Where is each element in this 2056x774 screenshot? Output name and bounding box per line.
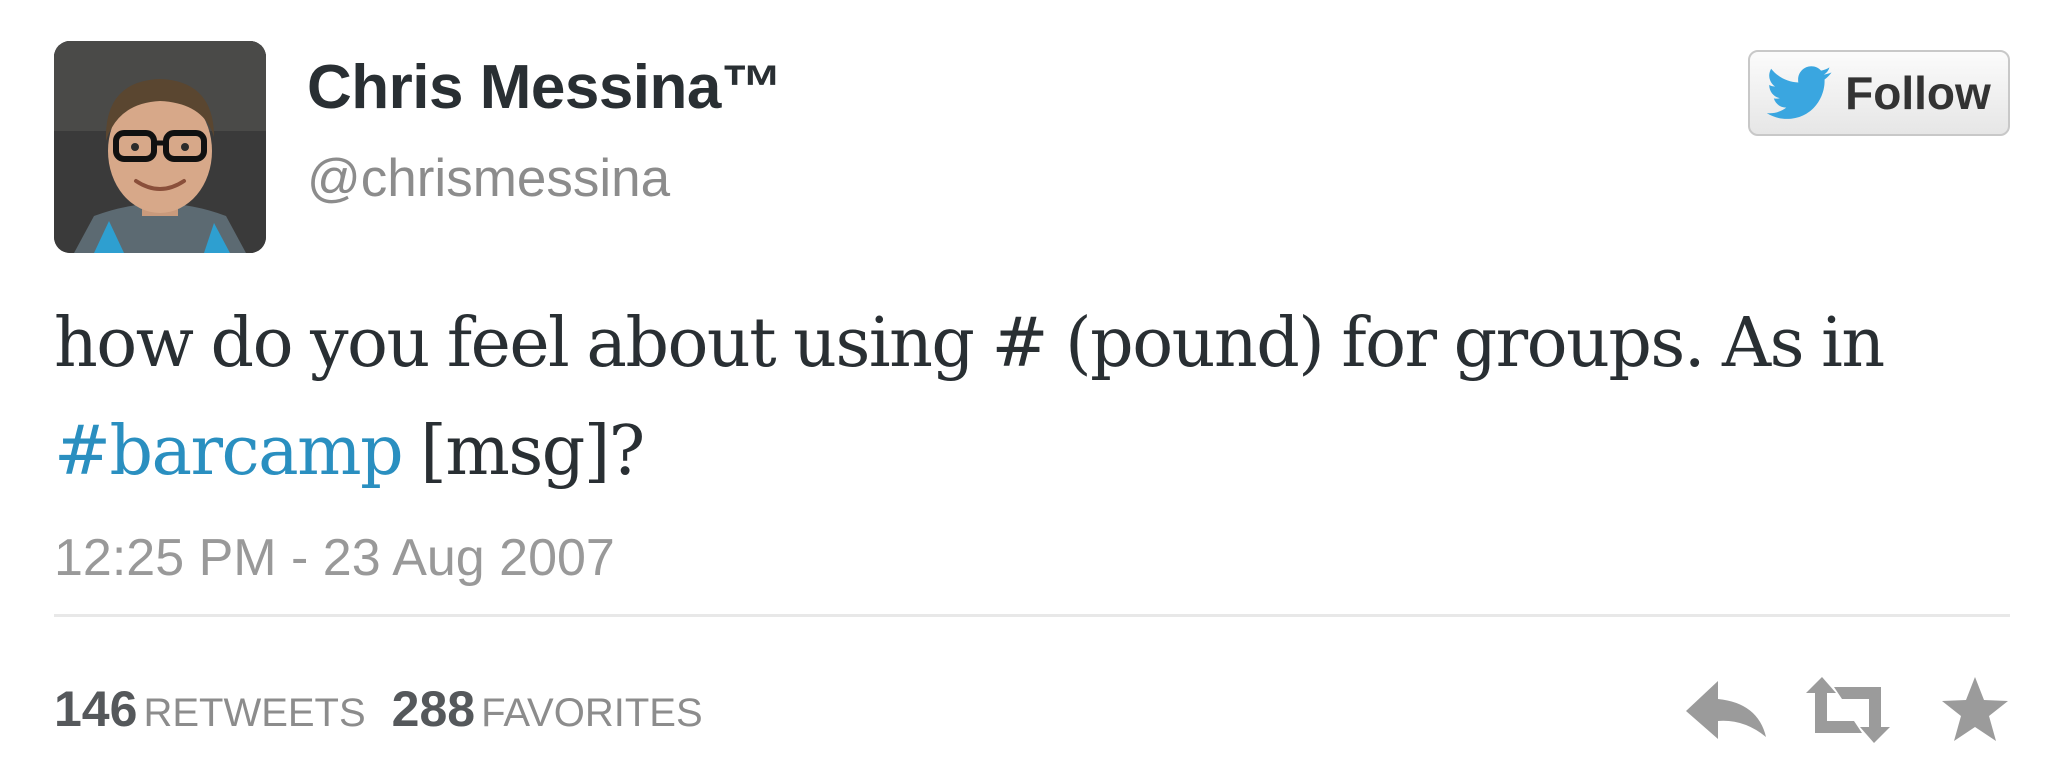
tweet-timestamp[interactable]: 12:25 PM - 23 Aug 2007 xyxy=(54,528,615,588)
tweet-text-before: how do you feel about using # (pound) fo… xyxy=(54,304,1885,383)
tweet-card: Chris Messina™ @chrismessina Follow how … xyxy=(0,0,2056,774)
reply-icon[interactable] xyxy=(1684,675,1768,745)
retweets-label: RETWEETS xyxy=(143,691,366,735)
tweet-text: how do you feel about using # (pound) fo… xyxy=(54,290,2024,506)
tweet-stats: 146 RETWEETS 288 FAVORITES xyxy=(54,680,703,738)
favorites-label: FAVORITES xyxy=(481,691,703,735)
retweets-count: 146 xyxy=(54,681,138,737)
hashtag-link[interactable]: #barcamp xyxy=(54,412,404,491)
username[interactable]: @chrismessina xyxy=(307,148,670,210)
favorites-stat[interactable]: 288 FAVORITES xyxy=(392,681,703,737)
retweet-icon[interactable] xyxy=(1806,675,1890,745)
tweet-text-after: [msg]? xyxy=(402,412,645,491)
tweet-actions xyxy=(1684,675,2014,745)
retweets-stat[interactable]: 146 RETWEETS xyxy=(54,681,366,737)
star-icon[interactable] xyxy=(1940,675,2010,745)
follow-button[interactable]: Follow xyxy=(1748,50,2010,136)
follow-label: Follow xyxy=(1845,67,1991,119)
twitter-bird-icon xyxy=(1767,66,1832,119)
avatar[interactable] xyxy=(54,41,266,253)
divider xyxy=(54,614,2010,617)
avatar-photo xyxy=(54,41,266,253)
favorites-count: 288 xyxy=(391,681,476,737)
display-name[interactable]: Chris Messina™ xyxy=(307,52,783,124)
